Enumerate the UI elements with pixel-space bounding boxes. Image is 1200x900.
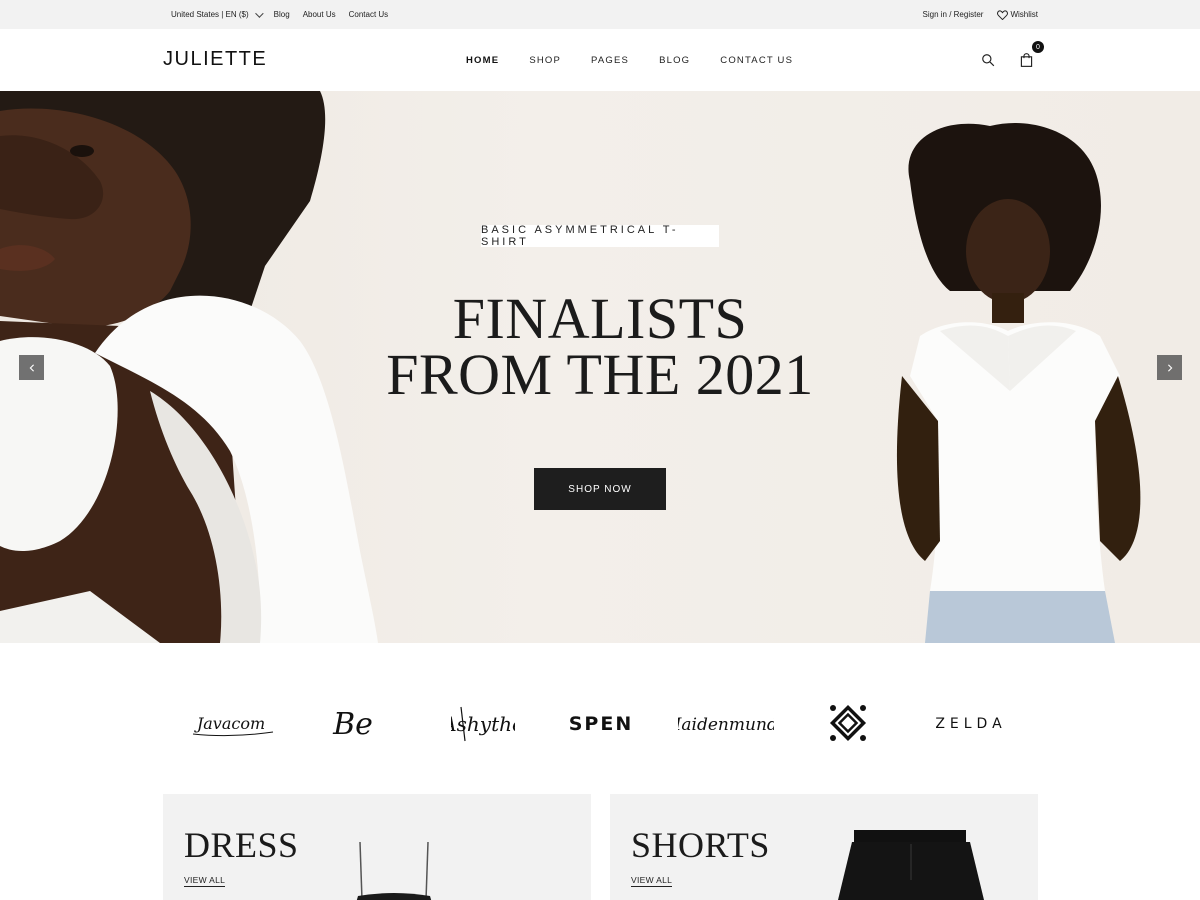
- category-title-dress: DRESS: [184, 825, 299, 865]
- main-nav: HOME SHOP PAGES BLOG CONTACT US: [466, 29, 793, 91]
- topbar-link-blog[interactable]: Blog: [274, 10, 290, 19]
- brand-logo-be[interactable]: Be: [318, 700, 388, 746]
- svg-text:SPEN: SPEN: [569, 713, 634, 735]
- slider-next-button[interactable]: [1157, 355, 1182, 380]
- nav-item-contact-us[interactable]: CONTACT US: [720, 55, 793, 66]
- brand-logo-ashythe[interactable]: Ashythe: [443, 700, 523, 746]
- category-view-all-shorts[interactable]: VIEW ALL: [631, 875, 673, 887]
- shorts-product-image: [838, 830, 984, 900]
- hero-model-right-image: [896, 123, 1141, 643]
- shopping-bag-icon: [1020, 53, 1032, 67]
- category-view-all-dress[interactable]: VIEW ALL: [184, 875, 226, 887]
- main-header: JULIETTE HOME SHOP PAGES BLOG CONTACT US…: [0, 29, 1200, 91]
- signin-register-link[interactable]: Sign in / Register: [923, 10, 984, 19]
- wishlist-label: Wishlist: [1010, 10, 1038, 19]
- category-title-shorts: SHORTS: [631, 825, 770, 865]
- locale-label: United States | EN ($): [171, 10, 249, 19]
- hero-tagline: BASIC ASYMMETRICAL T-SHIRT: [481, 224, 719, 248]
- brand-logo-javacom[interactable]: Javacom: [181, 700, 281, 746]
- svg-text:Be: Be: [332, 707, 373, 742]
- nav-item-pages[interactable]: PAGES: [591, 55, 629, 66]
- category-card-shorts[interactable]: SHORTS VIEW ALL: [610, 794, 1038, 900]
- nav-item-shop[interactable]: SHOP: [529, 55, 561, 66]
- nav-item-home[interactable]: HOME: [466, 55, 499, 66]
- dress-product-image: [356, 841, 432, 900]
- top-bar: United States | EN ($) Blog About Us Con…: [0, 0, 1200, 29]
- hero-title-line-1: FINALISTS: [452, 286, 748, 351]
- category-card-dress[interactable]: DRESS VIEW ALL: [163, 794, 591, 900]
- chevron-down-icon: [254, 8, 264, 18]
- chevron-right-icon: [1167, 363, 1172, 372]
- svg-text:Maidenmundo: Maidenmundo: [678, 715, 774, 735]
- brand-logo-maidenmundo[interactable]: Maidenmundo: [676, 700, 776, 746]
- topbar-link-about-us[interactable]: About Us: [303, 10, 336, 19]
- search-icon: [982, 54, 995, 67]
- brand-logo-emblem[interactable]: [823, 700, 873, 746]
- chevron-left-icon: [29, 363, 34, 372]
- topbar-link-contact-us[interactable]: Contact Us: [349, 10, 389, 19]
- brand-logo-zelda[interactable]: ZELDA: [923, 700, 1019, 746]
- heart-icon: [997, 9, 1009, 20]
- brand-logos: Javacom Be Ashythe SPEN Maidenmundo ZELD…: [163, 700, 1038, 746]
- brand-logo-spen[interactable]: SPEN: [556, 700, 646, 746]
- hero-title: FINALISTS FROM THE 2021: [300, 286, 900, 407]
- top-bar-right: Sign in / Register Wishlist: [923, 0, 1038, 29]
- search-button[interactable]: [978, 50, 998, 70]
- svg-text:Ashythe: Ashythe: [451, 712, 515, 736]
- site-logo[interactable]: JULIETTE: [163, 48, 267, 71]
- svg-text:ZELDA: ZELDA: [935, 716, 1006, 732]
- hero-title-line-2: FROM THE 2021: [386, 342, 814, 407]
- cart-count-badge: 0: [1032, 41, 1044, 53]
- hero-slider: BASIC ASYMMETRICAL T-SHIRT FINALISTS FRO…: [0, 91, 1200, 643]
- nav-item-blog[interactable]: BLOG: [659, 55, 690, 66]
- slider-prev-button[interactable]: [19, 355, 44, 380]
- header-actions: 0: [978, 29, 1044, 91]
- top-bar-left: United States | EN ($) Blog About Us Con…: [171, 0, 388, 29]
- locale-selector[interactable]: United States | EN ($): [171, 8, 264, 19]
- cart-button[interactable]: 0: [1016, 41, 1044, 70]
- svg-text:Javacom: Javacom: [194, 714, 265, 733]
- shop-now-button[interactable]: SHOP NOW: [534, 468, 666, 510]
- wishlist-link[interactable]: Wishlist: [997, 9, 1038, 20]
